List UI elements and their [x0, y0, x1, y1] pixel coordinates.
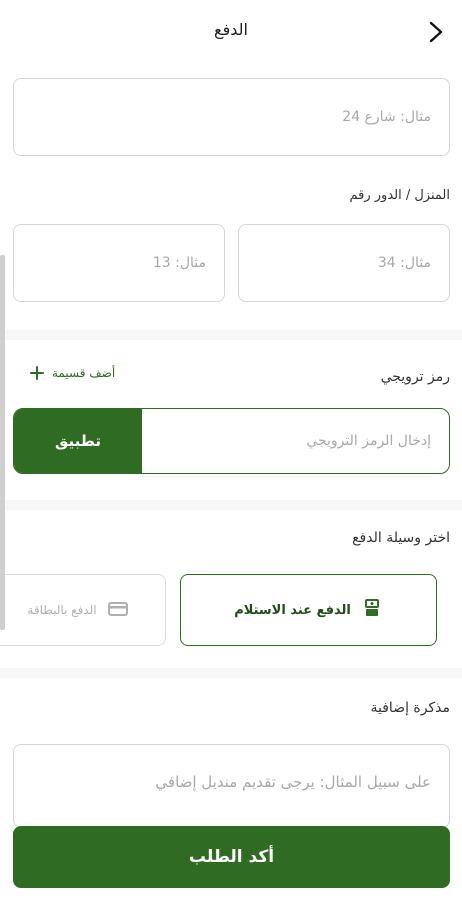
add-voucher-label: أضف قسيمة — [52, 366, 116, 380]
payment-method-label: اختر وسيلة الدفع — [352, 530, 450, 546]
additional-note-input[interactable] — [30, 771, 433, 793]
house-floor-label: المنزل / الدور رقم — [349, 188, 450, 203]
additional-note-field[interactable] — [13, 744, 450, 828]
payment-option-cash[interactable]: الدفع عند الاستلام — [180, 574, 437, 646]
house-number-input[interactable] — [255, 254, 433, 272]
house-number-field[interactable] — [238, 224, 450, 302]
chevron-right-icon — [429, 21, 443, 43]
payment-option-label: الدفع عند الاستلام — [234, 602, 351, 618]
section-divider — [0, 330, 462, 340]
apply-promo-button[interactable]: تطبيق — [14, 409, 142, 473]
section-divider — [0, 500, 462, 510]
additional-note-label: مذكرة إضافية — [370, 700, 451, 716]
floor-number-field[interactable] — [13, 224, 225, 302]
section-divider — [0, 668, 462, 678]
payment-option-card[interactable]: الدفع بالبطاقة — [0, 574, 166, 646]
page-title: الدفع — [214, 20, 248, 39]
confirm-order-button[interactable]: أكد الطلب — [13, 826, 450, 888]
street-input[interactable] — [30, 108, 433, 126]
floor-number-input[interactable] — [30, 254, 208, 272]
promo-code-field[interactable] — [142, 409, 449, 473]
street-field[interactable] — [13, 78, 450, 156]
promo-code-input[interactable] — [158, 432, 433, 450]
promo-code-box: تطبيق — [13, 408, 450, 474]
payment-option-label: الدفع بالبطاقة — [27, 603, 97, 617]
card-icon — [107, 598, 129, 623]
plus-icon — [30, 366, 44, 380]
cash-icon — [361, 597, 383, 623]
promo-code-label: رمز ترويجي — [380, 369, 450, 385]
scrollbar[interactable] — [0, 255, 5, 630]
back-button[interactable] — [420, 14, 452, 50]
add-voucher-button[interactable]: أضف قسيمة — [30, 366, 115, 380]
